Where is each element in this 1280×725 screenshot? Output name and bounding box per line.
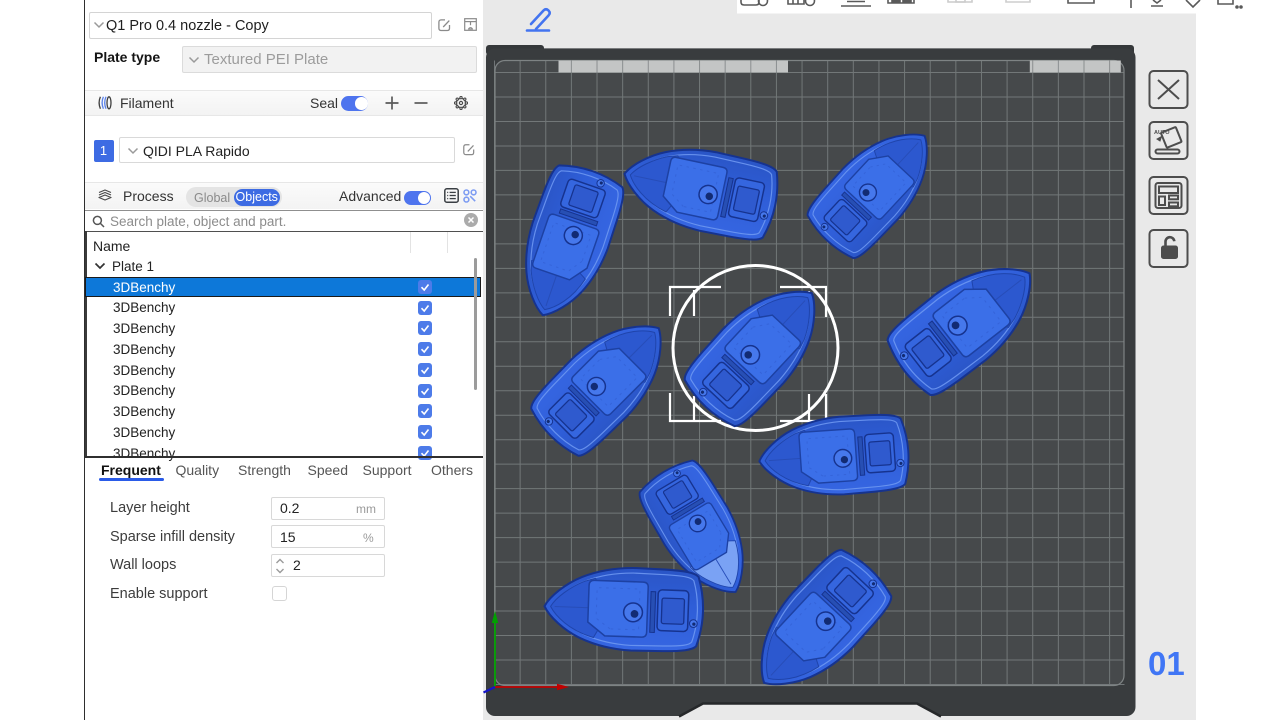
svg-text:01: 01: [1148, 645, 1185, 682]
svg-text:AUTO: AUTO: [1154, 130, 1170, 136]
